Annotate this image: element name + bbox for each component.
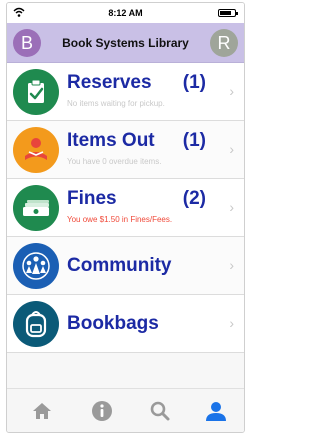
menu-item-reserves[interactable]: Reserves (1) No items waiting for pickup…: [7, 63, 244, 121]
page-title: Book Systems Library: [62, 36, 189, 50]
menu-item-count: (1): [182, 130, 206, 151]
book-reader-icon: [13, 127, 59, 173]
tab-search[interactable]: [147, 398, 173, 424]
chevron-right-icon: ›: [229, 257, 234, 273]
battery-icon: [218, 9, 238, 17]
menu-item-bookbags[interactable]: Bookbags ›: [7, 295, 244, 353]
tab-home[interactable]: [29, 398, 55, 424]
menu-item-subtitle: You have 0 overdue items.: [67, 157, 162, 166]
library-avatar[interactable]: B: [13, 29, 41, 57]
tab-account[interactable]: [203, 398, 229, 424]
menu-item-subtitle: No items waiting for pickup.: [67, 99, 165, 108]
menu-item-items-out[interactable]: Items Out (1) You have 0 overdue items. …: [7, 121, 244, 179]
tab-info[interactable]: [89, 398, 115, 424]
home-icon: [33, 403, 51, 419]
menu-item-label: Fines: [67, 188, 117, 209]
battery-level: [220, 11, 231, 15]
user-avatar[interactable]: R: [210, 29, 238, 57]
community-icon: [13, 243, 59, 289]
chevron-right-icon: ›: [229, 83, 234, 99]
menu-item-label: Bookbags: [67, 313, 159, 334]
menu-item-subtitle: You owe $1.50 in Fines/Fees.: [67, 215, 173, 224]
menu-item-community[interactable]: Community ›: [7, 237, 244, 295]
chevron-right-icon: ›: [229, 199, 234, 215]
menu-item-label: Community: [67, 255, 172, 276]
clipboard-check-icon: [13, 69, 59, 115]
menu-item-count: (2): [182, 188, 206, 209]
menu-item-count: (1): [182, 72, 206, 93]
user-icon: [206, 402, 226, 421]
chevron-right-icon: ›: [229, 315, 234, 331]
chevron-right-icon: ›: [229, 141, 234, 157]
menu-item-fines[interactable]: Fines (2) You owe $1.50 in Fines/Fees. ›: [7, 179, 244, 237]
status-time: 8:12 AM: [108, 8, 143, 18]
menu-item-label: Reserves: [67, 72, 152, 93]
money-icon: [13, 185, 59, 231]
backpack-icon: [13, 301, 59, 347]
main-menu: Reserves (1) No items waiting for pickup…: [7, 63, 244, 390]
tab-bar: [7, 388, 244, 432]
info-icon: [92, 401, 112, 421]
phone-frame: 8:12 AM B Book Systems Library R Reserve…: [6, 2, 245, 433]
menu-item-label: Items Out: [67, 130, 155, 151]
status-bar: 8:12 AM: [7, 3, 244, 23]
header-bar: B Book Systems Library R: [7, 23, 244, 63]
search-icon: [150, 401, 170, 421]
